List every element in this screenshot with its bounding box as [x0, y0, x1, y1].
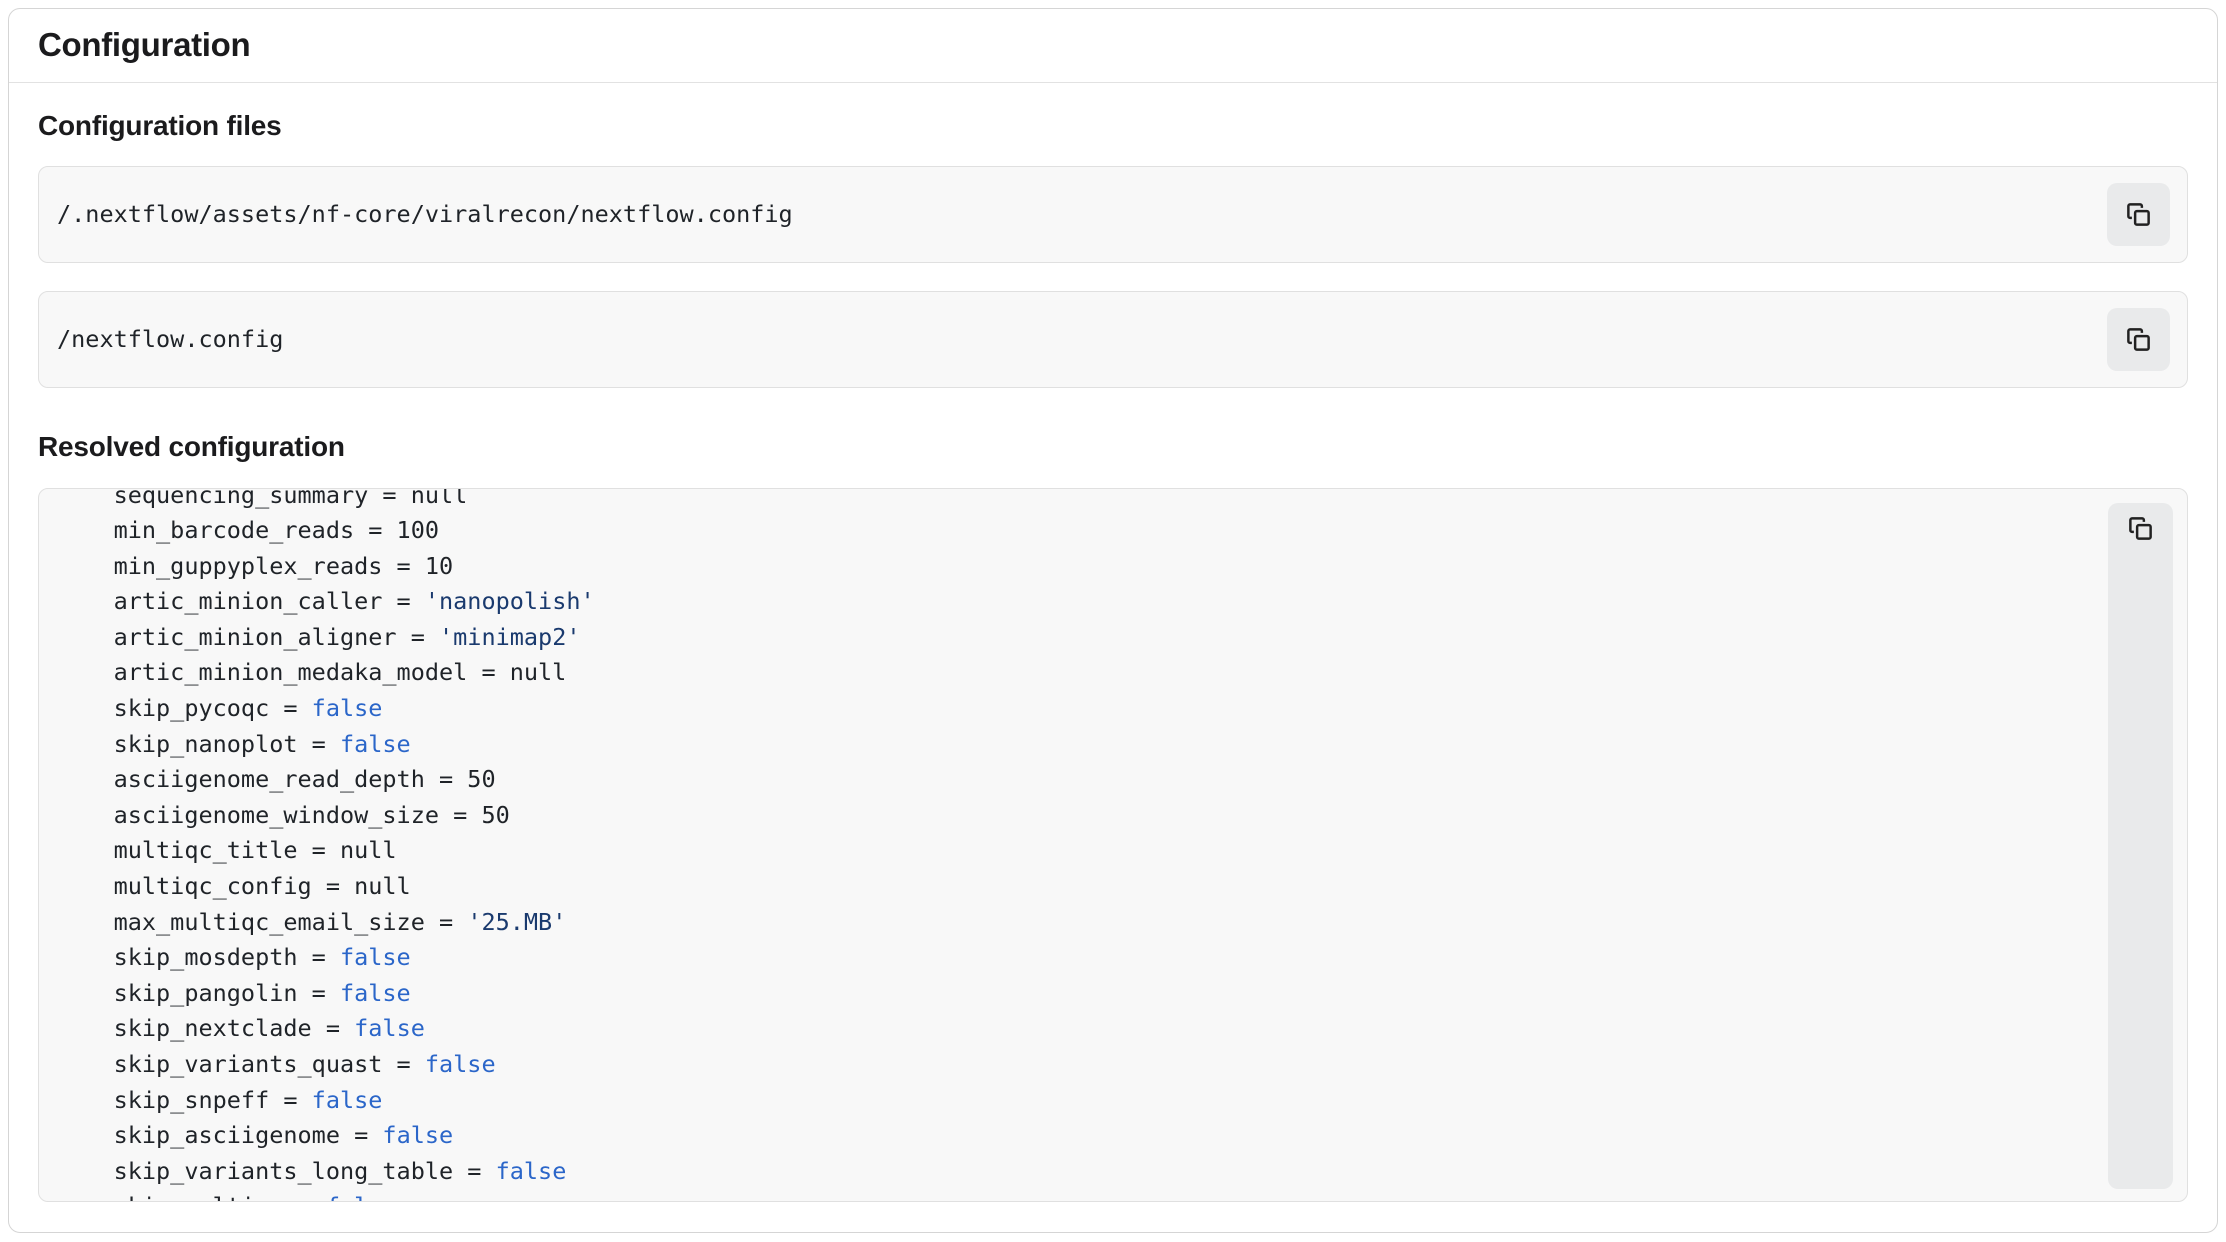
copy-icon: [2127, 515, 2154, 542]
copy-button[interactable]: [2107, 183, 2170, 246]
code-line: skip_pycoqc = false: [57, 691, 2108, 727]
panel-body: Configuration files /.nextflow/assets/nf…: [9, 109, 2217, 1202]
resolved-configuration-box[interactable]: sequencing_summary = null min_barcode_re…: [38, 488, 2188, 1202]
code-line: max_multiqc_email_size = '25.MB': [57, 905, 2108, 941]
copy-button[interactable]: [2108, 503, 2173, 1189]
resolved-configuration-heading: Resolved configuration: [38, 430, 2188, 464]
code-line: min_barcode_reads = 100: [57, 513, 2108, 549]
code-line: multiqc_config = null: [57, 869, 2108, 905]
code-line: artic_minion_caller = 'nanopolish': [57, 584, 2108, 620]
panel-header: Configuration: [9, 9, 2217, 83]
code-line: asciigenome_read_depth = 50: [57, 762, 2108, 798]
configuration-panel: Configuration Configuration files /.next…: [8, 8, 2218, 1233]
config-file-path: /.nextflow/assets/nf-core/viralrecon/nex…: [57, 200, 2107, 228]
code-line: skip_mosdepth = false: [57, 940, 2108, 976]
configuration-files-heading: Configuration files: [38, 109, 2188, 143]
code-line: skip_variants_quast = false: [57, 1047, 2108, 1083]
config-file-box: /.nextflow/assets/nf-core/viralrecon/nex…: [38, 166, 2188, 263]
code-line: skip_nanoplot = false: [57, 727, 2108, 763]
code-line: multiqc_title = null: [57, 833, 2108, 869]
code-line: skip_asciigenome = false: [57, 1118, 2108, 1154]
code-line: min_guppyplex_reads = 10: [57, 549, 2108, 585]
code-line: artic_minion_aligner = 'minimap2': [57, 620, 2108, 656]
config-file-box: /nextflow.config: [38, 291, 2188, 388]
code-line: skip_snpeff = false: [57, 1083, 2108, 1119]
code-line: skip_nextclade = false: [57, 1011, 2108, 1047]
code-line: skip_variants_long_table = false: [57, 1154, 2108, 1190]
code-line: skip_multiqc = false: [57, 1189, 2108, 1200]
code-line: sequencing_summary = null: [57, 488, 2108, 514]
copy-icon: [2125, 326, 2152, 353]
page-title: Configuration: [38, 26, 250, 64]
copy-button[interactable]: [2107, 308, 2170, 371]
config-file-path: /nextflow.config: [57, 325, 2107, 353]
code-line: asciigenome_window_size = 50: [57, 798, 2108, 834]
code-line: artic_minion_medaka_model = null: [57, 655, 2108, 691]
resolved-configuration-code: sequencing_summary = null min_barcode_re…: [39, 488, 2108, 1201]
code-line: skip_pangolin = false: [57, 976, 2108, 1012]
copy-icon: [2125, 201, 2152, 228]
